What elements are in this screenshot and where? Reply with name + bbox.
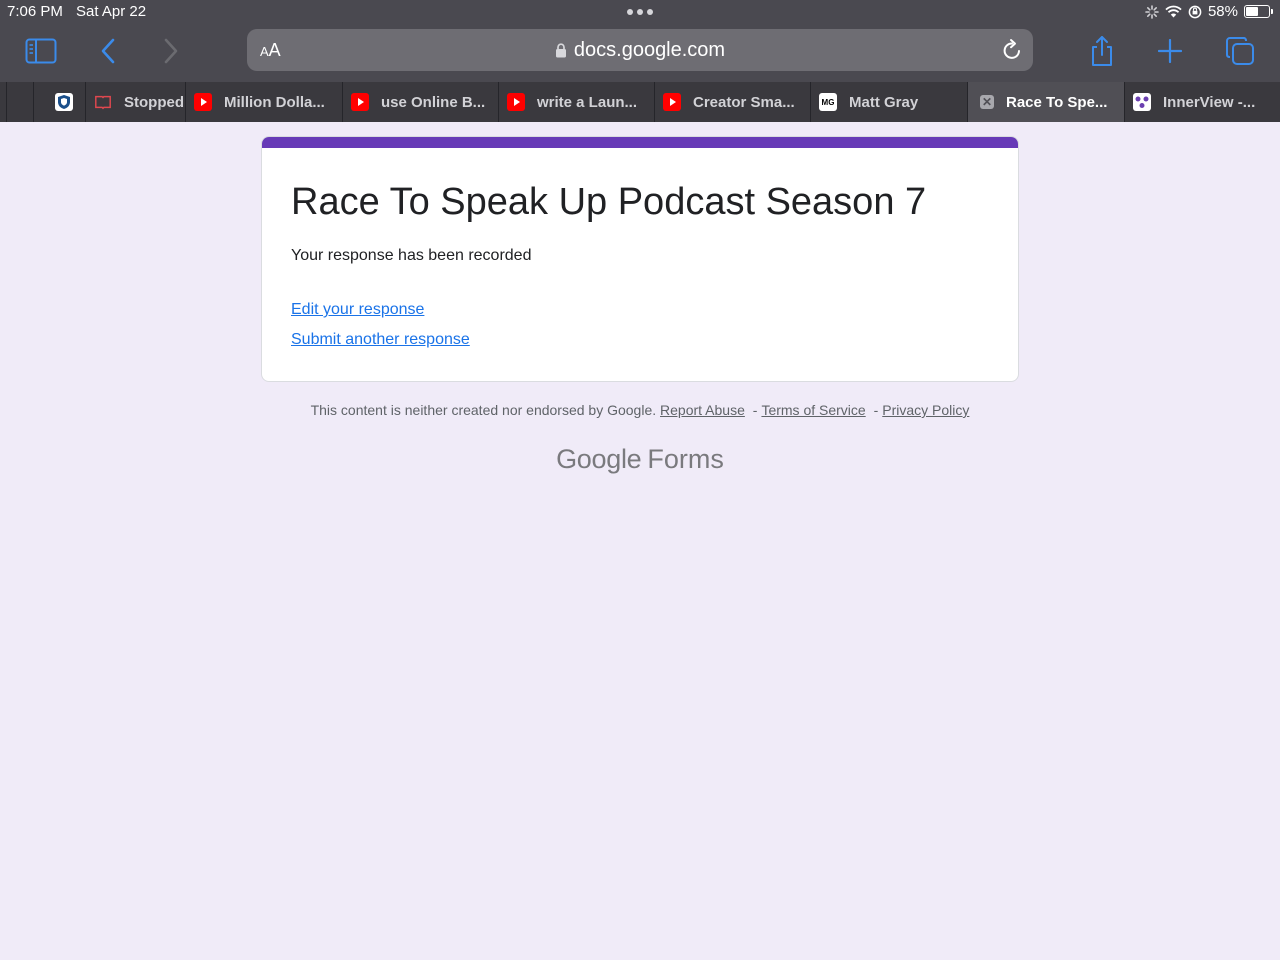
submit-another-response-link[interactable]: Submit another response (291, 331, 470, 349)
status-bar: 7:06 PM Sat Apr 22 58% (0, 0, 1280, 24)
status-date: Sat Apr 22 (76, 3, 147, 20)
tab-label: Matt Gray (849, 93, 919, 111)
tab-label: Million Dolla... (224, 93, 325, 111)
form-footer: This content is neither created nor endo… (0, 402, 1280, 418)
footer-separator: - (873, 402, 879, 418)
chevron-left-icon (101, 38, 115, 64)
tab-overview-button[interactable] (1220, 33, 1260, 69)
tab-2[interactable]: Million Dolla... (185, 82, 342, 122)
multitasking-dots-icon[interactable] (627, 9, 653, 15)
battery-icon (1244, 5, 1273, 18)
tab-label: Stopped (124, 93, 184, 111)
shield-icon (55, 93, 73, 111)
tab-label: Race To Spe... (1006, 93, 1108, 111)
brand-forms: Forms (647, 444, 724, 474)
address-bar[interactable]: AA docs.google.com (247, 29, 1033, 71)
google-forms-logo[interactable]: Google Forms (0, 444, 1280, 475)
terms-of-service-link[interactable]: Terms of Service (761, 402, 865, 418)
battery-percent: 58% (1207, 3, 1238, 20)
tab-6[interactable]: MG Matt Gray (810, 82, 967, 122)
activity-spinner-icon (1145, 4, 1159, 19)
youtube-icon (194, 93, 212, 111)
mg-icon: MG (819, 93, 837, 111)
tab-label: Creator Sma... (693, 93, 795, 111)
report-abuse-link[interactable]: Report Abuse (660, 402, 745, 418)
tab-bar: Stopped Million Dolla... use Online B...… (0, 82, 1280, 122)
tab-7-active[interactable]: ✕ Race To Spe... (967, 82, 1124, 122)
wifi-icon (1165, 5, 1182, 18)
disclaimer-text: This content is neither created nor endo… (310, 402, 657, 418)
close-tab-icon[interactable]: ✕ (980, 95, 994, 109)
form-title: Race To Speak Up Podcast Season 7 (291, 181, 927, 223)
status-time: 7:06 PM (7, 3, 63, 20)
youtube-icon (663, 93, 681, 111)
edit-response-link[interactable]: Edit your response (291, 301, 424, 319)
privacy-policy-link[interactable]: Privacy Policy (882, 402, 969, 418)
url-text: docs.google.com (573, 39, 726, 61)
tab-3[interactable]: use Online B... (342, 82, 498, 122)
tab-label: InnerView -... (1163, 93, 1256, 111)
confirmation-message: Your response has been recorded (291, 247, 532, 264)
tabs-icon (1226, 37, 1254, 65)
back-button[interactable] (88, 33, 128, 69)
share-button[interactable] (1082, 33, 1122, 69)
browser-toolbar: AA docs.google.com (0, 24, 1280, 82)
tab-label: use Online B... (381, 93, 486, 111)
lock-icon (555, 43, 566, 58)
sidebar-icon (25, 38, 57, 64)
form-accent-bar (262, 137, 1018, 148)
youtube-icon (351, 93, 369, 111)
plus-icon (1158, 39, 1182, 63)
reload-button[interactable] (1001, 38, 1023, 67)
share-icon (1092, 36, 1112, 66)
chevron-right-icon (164, 38, 178, 64)
tab-0[interactable] (47, 82, 85, 122)
status-indicators: 58% (1145, 3, 1273, 20)
orientation-lock-icon (1188, 5, 1202, 18)
tab-label: write a Laun... (537, 93, 638, 111)
battery-level (1246, 7, 1258, 16)
new-tab-button[interactable] (1150, 33, 1190, 69)
tab-4[interactable]: write a Laun... (498, 82, 654, 122)
tab-pinned-blank[interactable] (6, 82, 34, 122)
youtube-icon (507, 93, 525, 111)
tab-1[interactable]: Stopped (85, 82, 185, 122)
book-icon (94, 93, 112, 111)
sidebar-button[interactable] (21, 33, 61, 69)
tab-5[interactable]: Creator Sma... (654, 82, 810, 122)
url-display[interactable]: docs.google.com (247, 39, 1033, 62)
form-confirmation-card: Race To Speak Up Podcast Season 7 Your r… (261, 136, 1019, 382)
tab-8[interactable]: InnerView -... (1124, 82, 1280, 122)
innerview-icon (1133, 93, 1151, 111)
brand-google: Google (556, 444, 642, 474)
footer-separator: - (752, 402, 758, 418)
forward-button[interactable] (151, 33, 191, 69)
reload-icon (1003, 39, 1020, 59)
